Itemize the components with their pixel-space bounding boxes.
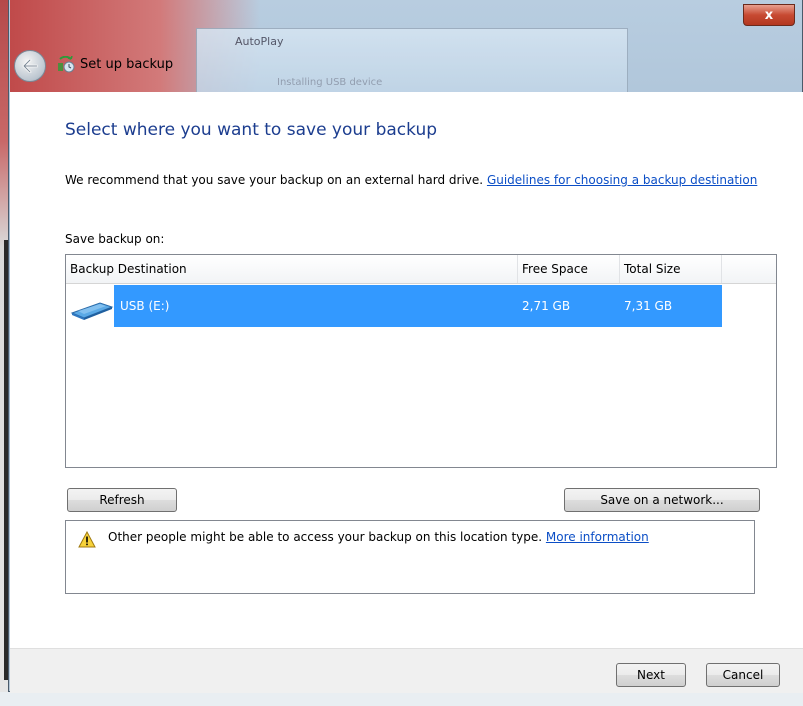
close-icon: x <box>764 7 774 23</box>
destination-total-size: 7,31 GB <box>624 299 673 313</box>
desktop-bottom-edge <box>0 692 803 706</box>
back-button[interactable] <box>14 50 46 82</box>
background-window: AutoPlay Installing USB device <box>196 28 628 94</box>
next-button[interactable]: Next <box>616 663 686 687</box>
guidelines-link[interactable]: Guidelines for choosing a backup destina… <box>487 173 757 187</box>
list-item[interactable]: USB (E:) 2,71 GB 7,31 GB <box>66 285 722 327</box>
intro-text: We recommend that you save your backup o… <box>65 172 765 189</box>
warning-message: Other people might be able to access you… <box>108 530 543 544</box>
more-information-link[interactable]: More information <box>546 530 649 544</box>
warning-icon <box>78 531 96 548</box>
column-header-total-size[interactable]: Total Size <box>620 255 722 283</box>
column-header-free-space[interactable]: Free Space <box>518 255 620 283</box>
warning-box: Other people might be able to access you… <box>65 520 755 594</box>
footer-bar: Next Cancel <box>10 648 803 693</box>
save-on-label: Save backup on: <box>65 232 165 246</box>
save-on-network-button[interactable]: Save on a network... <box>564 488 760 512</box>
background-window-title: AutoPlay <box>235 35 284 48</box>
destination-name: USB (E:) <box>120 299 170 313</box>
column-header-destination[interactable]: Backup Destination <box>66 255 518 283</box>
destination-list[interactable]: Backup Destination Free Space Total Size… <box>65 254 777 468</box>
close-button[interactable]: x <box>743 4 795 26</box>
window-title: Set up backup <box>80 57 174 72</box>
backup-icon <box>58 56 75 73</box>
refresh-button[interactable]: Refresh <box>67 488 177 512</box>
list-header: Backup Destination Free Space Total Size <box>66 255 776 284</box>
intro-sentence: We recommend that you save your backup o… <box>65 173 484 187</box>
warning-text: Other people might be able to access you… <box>108 529 649 546</box>
back-arrow-icon <box>22 59 38 73</box>
usb-drive-icon <box>70 302 114 320</box>
page-title: Select where you want to save your backu… <box>65 120 438 140</box>
content-panel: Select where you want to save your backu… <box>10 92 803 648</box>
destination-free-space: 2,71 GB <box>522 299 571 313</box>
background-window-subtitle: Installing USB device <box>277 77 383 88</box>
cancel-button[interactable]: Cancel <box>706 663 780 687</box>
